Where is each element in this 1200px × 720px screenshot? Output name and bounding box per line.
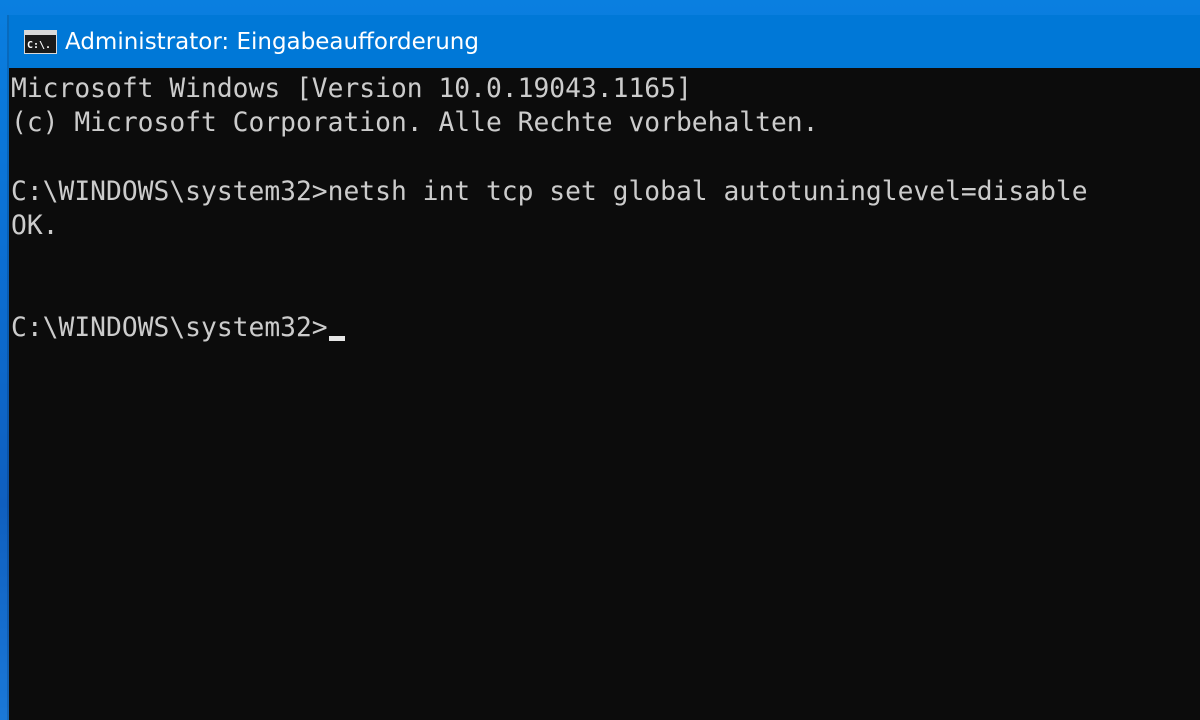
console-line: C:\WINDOWS\system32>netsh int tcp set gl… xyxy=(11,176,1088,207)
command-prompt: C:\WINDOWS\system32> xyxy=(11,313,328,344)
console-line: Microsoft Windows [Version 10.0.19043.11… xyxy=(11,74,692,104)
console-line: (c) Microsoft Corporation. Alle Rechte v… xyxy=(11,108,819,139)
title-bar[interactable]: C:\. Administrator: Eingabeaufforderung xyxy=(9,15,1200,68)
console-line: OK. xyxy=(11,210,59,241)
console-output[interactable]: Microsoft Windows [Version 10.0.19043.11… xyxy=(9,68,1200,720)
console-prompt-line[interactable]: C:\WINDOWS\system32> xyxy=(11,311,1200,345)
window-title: Administrator: Eingabeaufforderung xyxy=(65,28,479,55)
cmd-icon[interactable]: C:\. xyxy=(24,29,57,54)
cmd-icon-label: C:\. xyxy=(27,40,51,51)
text-cursor xyxy=(328,336,345,342)
command-prompt-window[interactable]: C:\. Administrator: Eingabeaufforderung … xyxy=(9,15,1200,720)
